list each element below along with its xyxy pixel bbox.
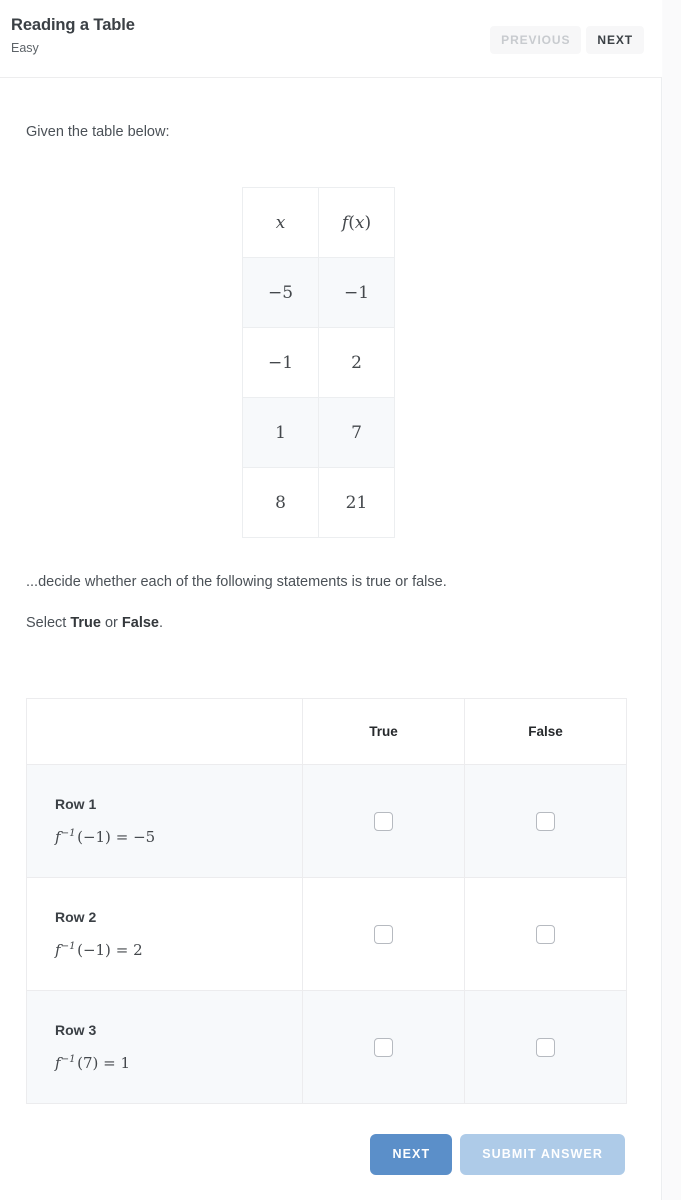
exercise-header: Reading a Table Easy PREVIOUS NEXT <box>0 0 662 78</box>
cell-x: −5 <box>242 257 319 328</box>
cell-x: 1 <box>242 397 319 468</box>
true-cell[interactable] <box>302 990 465 1104</box>
submit-answer-button[interactable]: SUBMIT ANSWER <box>460 1134 625 1175</box>
difficulty-label: Easy <box>11 41 39 55</box>
column-header-x: x <box>242 187 319 258</box>
checkbox-false[interactable] <box>536 924 555 944</box>
select-prefix: Select <box>26 615 71 631</box>
select-true-word: True <box>70 615 101 631</box>
true-false-answer-table: True False Row 1 f−1 (−1) = −5 Row 2 f−1… <box>26 698 627 1104</box>
footer-actions: NEXT SUBMIT ANSWER <box>370 1134 625 1175</box>
answer-header-true: True <box>302 698 465 765</box>
true-cell[interactable] <box>302 764 465 878</box>
x-symbol: x <box>275 212 286 233</box>
select-suffix: . <box>159 615 164 631</box>
exercise-page: Reading a Table Easy PREVIOUS NEXT Given… <box>0 0 681 1200</box>
answer-header-row: True False <box>26 698 627 765</box>
checkbox-true[interactable] <box>374 1037 393 1057</box>
table-row: 1 7 <box>242 397 395 468</box>
answer-table-body: Row 1 f−1 (−1) = −5 Row 2 f−1 (−1) = 2 R… <box>26 764 627 1104</box>
checkbox-true[interactable] <box>374 924 393 944</box>
row-label: Row 1 <box>55 796 97 812</box>
row-equation: f−1 (7) = 1 <box>55 1054 131 1072</box>
answer-row: Row 2 f−1 (−1) = 2 <box>26 877 627 991</box>
answer-header-false: False <box>464 698 627 765</box>
cell-x: 8 <box>242 467 319 538</box>
answer-row: Row 3 f−1 (7) = 1 <box>26 990 627 1104</box>
false-cell[interactable] <box>464 990 627 1104</box>
table-header-row: x f(x) <box>242 187 395 258</box>
select-middle: or <box>100 615 122 631</box>
checkbox-false[interactable] <box>536 811 555 831</box>
select-instruction: Select True or False. <box>26 613 163 633</box>
statement-cell: Row 2 f−1 (−1) = 2 <box>26 877 303 991</box>
false-cell[interactable] <box>464 877 627 991</box>
select-false-word: False <box>121 615 160 631</box>
answer-table-head: True False <box>26 698 627 765</box>
exercise-card: Reading a Table Easy PREVIOUS NEXT Given… <box>0 0 662 1200</box>
header-titles: Reading a Table Easy <box>11 15 135 56</box>
decide-instruction: ...decide whether each of the following … <box>26 574 447 590</box>
cell-fx: 2 <box>318 327 395 398</box>
table-row: −1 2 <box>242 327 395 398</box>
next-button-footer[interactable]: NEXT <box>370 1134 453 1175</box>
cell-fx: 7 <box>318 397 395 468</box>
statement-cell: Row 3 f−1 (7) = 1 <box>26 990 303 1104</box>
header-navigation: PREVIOUS NEXT <box>490 26 644 54</box>
row-label: Row 3 <box>55 1022 97 1038</box>
next-button-header[interactable]: NEXT <box>586 26 644 54</box>
false-cell[interactable] <box>464 764 627 878</box>
page-title: Reading a Table <box>11 16 135 34</box>
row-equation: f−1 (−1) = −5 <box>55 828 156 846</box>
table-row: −5 −1 <box>242 257 395 328</box>
page-right-margin <box>663 0 681 1200</box>
cell-fx: −1 <box>318 257 395 328</box>
function-table-head: x f(x) <box>242 187 395 258</box>
statement-cell: Row 1 f−1 (−1) = −5 <box>26 764 303 878</box>
previous-button[interactable]: PREVIOUS <box>490 26 582 54</box>
column-header-fx: f(x) <box>318 187 395 258</box>
true-cell[interactable] <box>302 877 465 991</box>
fx-symbol: f(x) <box>341 212 372 233</box>
answer-row: Row 1 f−1 (−1) = −5 <box>26 764 627 878</box>
row-equation: f−1 (−1) = 2 <box>55 941 143 959</box>
checkbox-true[interactable] <box>374 811 393 831</box>
table-row: 8 21 <box>242 467 395 538</box>
checkbox-false[interactable] <box>536 1037 555 1057</box>
function-table-body: −5 −1 −1 2 1 7 8 21 <box>242 257 395 538</box>
answer-header-statement <box>26 698 303 765</box>
function-value-table: x f(x) −5 −1 −1 2 1 7 8 21 <box>242 187 395 538</box>
cell-x: −1 <box>242 327 319 398</box>
intro-text: Given the table below: <box>26 124 170 140</box>
row-label: Row 2 <box>55 909 97 925</box>
cell-fx: 21 <box>318 467 395 538</box>
